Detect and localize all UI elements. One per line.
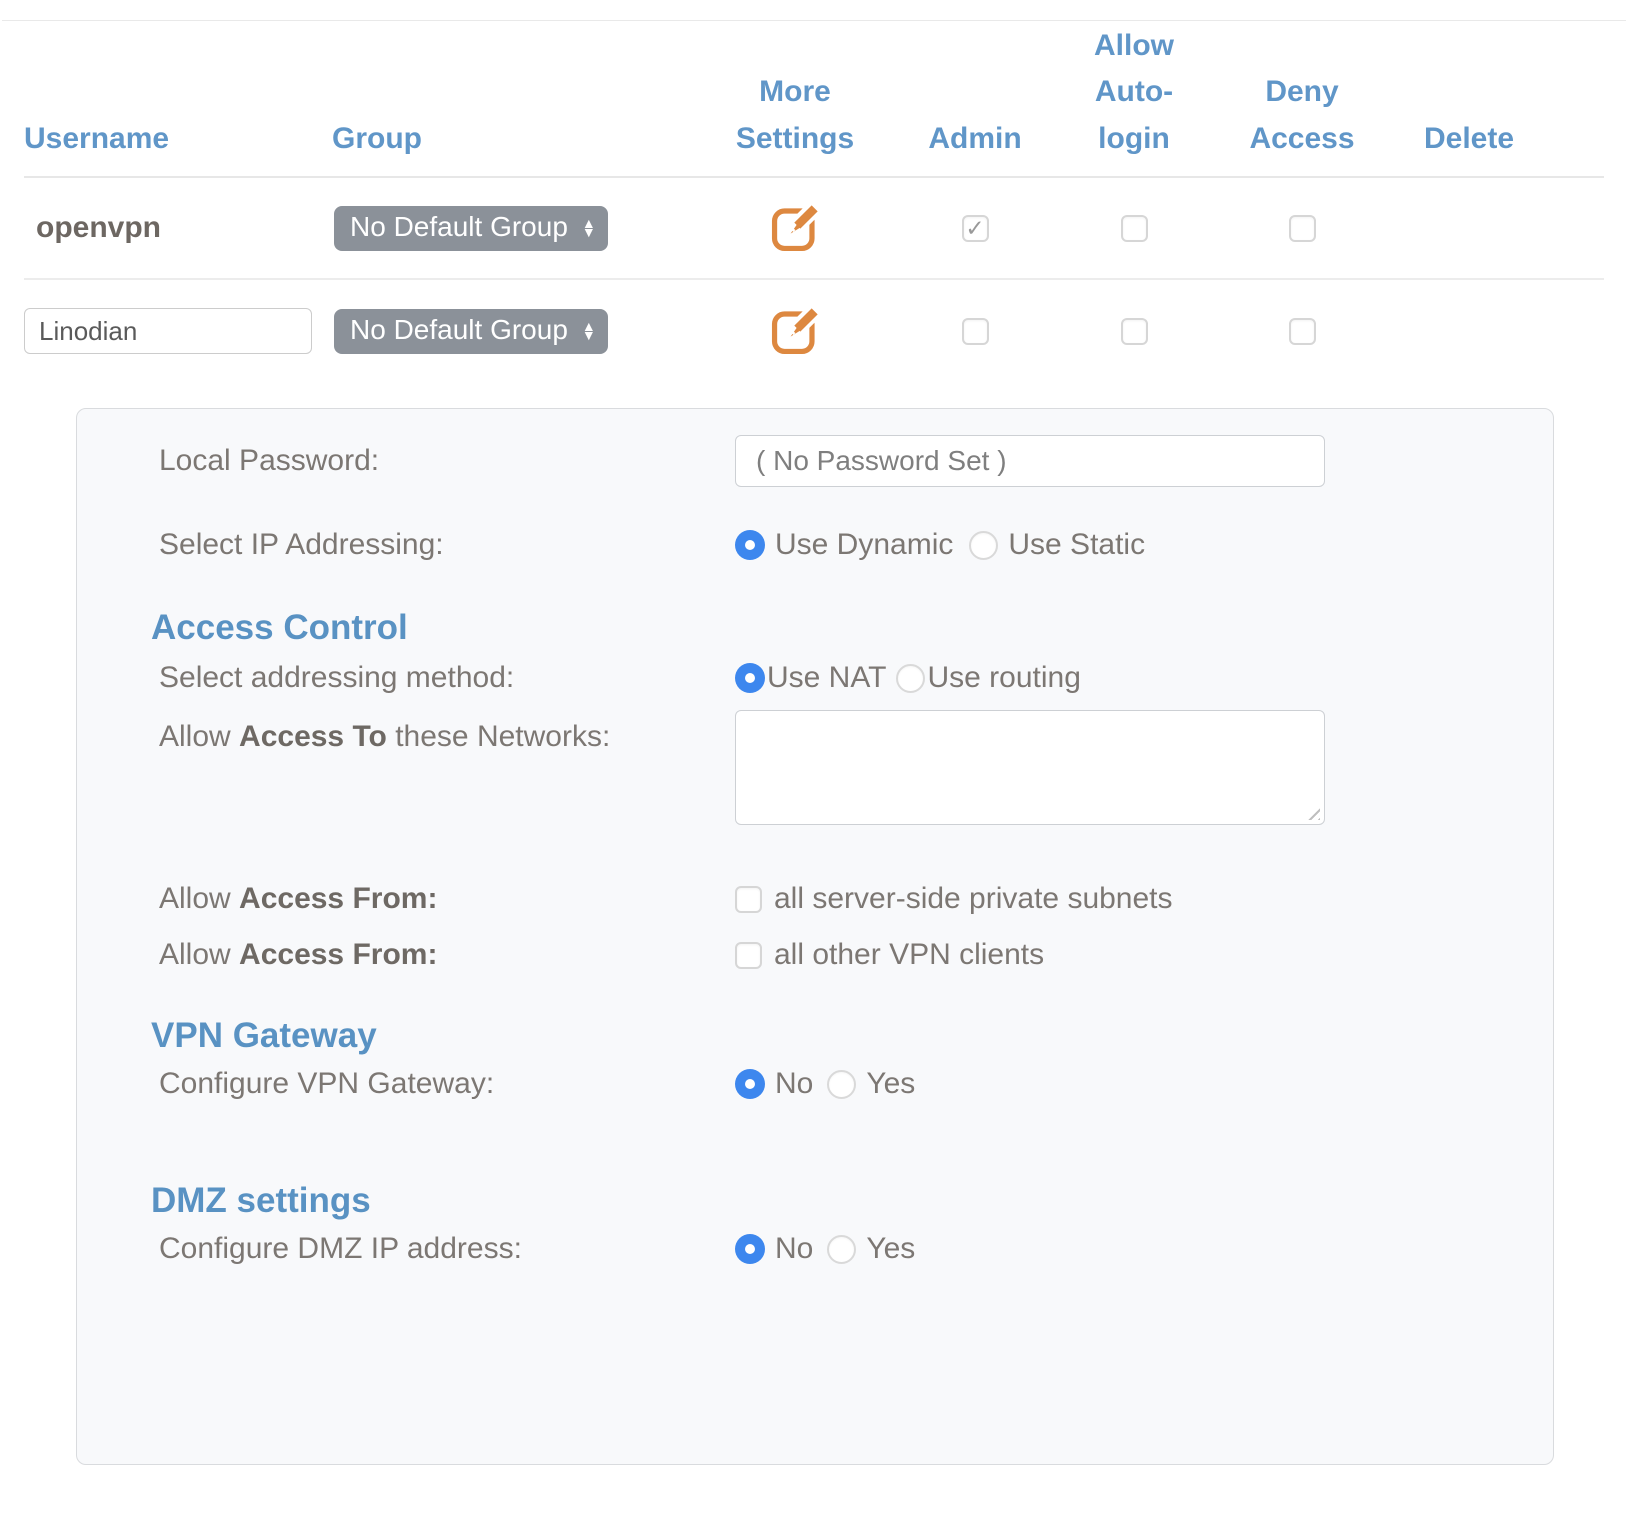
- more-settings-button-openvpn[interactable]: [768, 201, 822, 255]
- edit-pencil-icon: [768, 243, 822, 258]
- radio-label-use-routing: Use routing: [927, 661, 1080, 695]
- group-select-openvpn[interactable]: No Default Group ▲▼: [334, 206, 608, 251]
- select-arrows-icon: ▲▼: [582, 322, 596, 339]
- vpn-gateway-heading: VPN Gateway: [151, 1016, 1553, 1056]
- table-header-row: Username Group More Settings Admin Allow…: [24, 21, 1604, 178]
- column-header-username: Username: [24, 116, 332, 163]
- column-header-deny-access: Deny Access: [1208, 69, 1396, 162]
- access-from-clients-option-label: all other VPN clients: [774, 938, 1044, 972]
- column-header-delete: Delete: [1396, 116, 1542, 163]
- access-to-networks-label: Allow Access To these Networks:: [159, 720, 735, 754]
- radio-use-routing[interactable]: [896, 664, 925, 693]
- access-from-clients-row: Allow Access From: all other VPN clients: [77, 938, 1553, 972]
- radio-label-use-nat: Use NAT: [767, 661, 886, 695]
- access-from-clients-label: Allow Access From:: [159, 938, 735, 972]
- radio-vpn-gateway-yes[interactable]: [827, 1070, 856, 1099]
- configure-dmz-row: Configure DMZ IP address: No Yes: [77, 1232, 1553, 1266]
- select-arrows-icon: ▲▼: [582, 219, 596, 236]
- new-username-input[interactable]: [24, 308, 312, 354]
- more-settings-button-new-user[interactable]: [768, 304, 822, 358]
- radio-label-vpn-gateway-no: No: [775, 1067, 813, 1101]
- group-select-value: No Default Group: [350, 314, 568, 349]
- column-header-group: Group: [332, 116, 700, 163]
- table-row-new-user: No Default Group ▲▼: [24, 280, 1604, 382]
- local-password-label: Local Password:: [159, 444, 735, 478]
- admin-checkbox-openvpn[interactable]: ✓: [962, 215, 989, 242]
- autologin-checkbox-openvpn[interactable]: [1121, 215, 1148, 242]
- group-select-new-user[interactable]: No Default Group ▲▼: [334, 309, 608, 354]
- access-from-subnets-option-label: all server-side private subnets: [774, 882, 1173, 916]
- column-header-admin: Admin: [890, 116, 1060, 163]
- radio-use-nat[interactable]: [735, 663, 765, 693]
- addressing-method-row: Select addressing method: Use NAT Use ro…: [77, 661, 1553, 695]
- deny-access-checkbox-openvpn[interactable]: [1289, 215, 1316, 242]
- radio-vpn-gateway-no[interactable]: [735, 1069, 765, 1099]
- configure-dmz-label: Configure DMZ IP address:: [159, 1232, 735, 1266]
- local-password-row: Local Password:: [77, 435, 1553, 487]
- radio-label-vpn-gateway-yes: Yes: [866, 1067, 915, 1101]
- table-row-openvpn: openvpn No Default Group ▲▼: [24, 178, 1604, 280]
- local-password-input[interactable]: [735, 435, 1325, 487]
- addressing-method-label: Select addressing method:: [159, 661, 735, 695]
- user-settings-panel: Local Password: Select IP Addressing: Us…: [76, 408, 1554, 1465]
- user-permissions-table: Username Group More Settings Admin Allow…: [24, 21, 1604, 382]
- ip-addressing-row: Select IP Addressing: Use Dynamic Use St…: [77, 528, 1553, 562]
- group-select-value: No Default Group: [350, 211, 568, 246]
- access-control-heading: Access Control: [151, 608, 1553, 648]
- edit-pencil-icon: [768, 346, 822, 361]
- radio-label-dmz-yes: Yes: [866, 1232, 915, 1266]
- configure-vpn-gateway-label: Configure VPN Gateway:: [159, 1067, 735, 1101]
- ip-addressing-label: Select IP Addressing:: [159, 528, 735, 562]
- autologin-checkbox-new-user[interactable]: [1121, 318, 1148, 345]
- configure-vpn-gateway-row: Configure VPN Gateway: No Yes: [77, 1067, 1553, 1101]
- radio-label-use-static: Use Static: [1008, 528, 1145, 562]
- radio-dmz-no[interactable]: [735, 1234, 765, 1264]
- access-to-networks-row: Allow Access To these Networks:: [77, 710, 1553, 825]
- access-from-subnets-row: Allow Access From: all server-side priva…: [77, 882, 1553, 916]
- radio-label-dmz-no: No: [775, 1232, 813, 1266]
- username-openvpn: openvpn: [24, 211, 161, 245]
- column-header-more-settings: More Settings: [700, 69, 890, 162]
- radio-use-dynamic[interactable]: [735, 530, 765, 560]
- radio-label-use-dynamic: Use Dynamic: [775, 528, 953, 562]
- radio-use-static[interactable]: [969, 531, 998, 560]
- access-to-networks-textarea[interactable]: [735, 710, 1325, 825]
- column-header-allow-autologin: Allow Auto-login: [1060, 23, 1208, 163]
- access-from-subnets-label: Allow Access From:: [159, 882, 735, 916]
- admin-checkbox-new-user[interactable]: [962, 318, 989, 345]
- access-from-subnets-checkbox[interactable]: [735, 886, 762, 913]
- radio-dmz-yes[interactable]: [827, 1235, 856, 1264]
- access-from-clients-checkbox[interactable]: [735, 942, 762, 969]
- dmz-settings-heading: DMZ settings: [151, 1181, 1553, 1221]
- deny-access-checkbox-new-user[interactable]: [1289, 318, 1316, 345]
